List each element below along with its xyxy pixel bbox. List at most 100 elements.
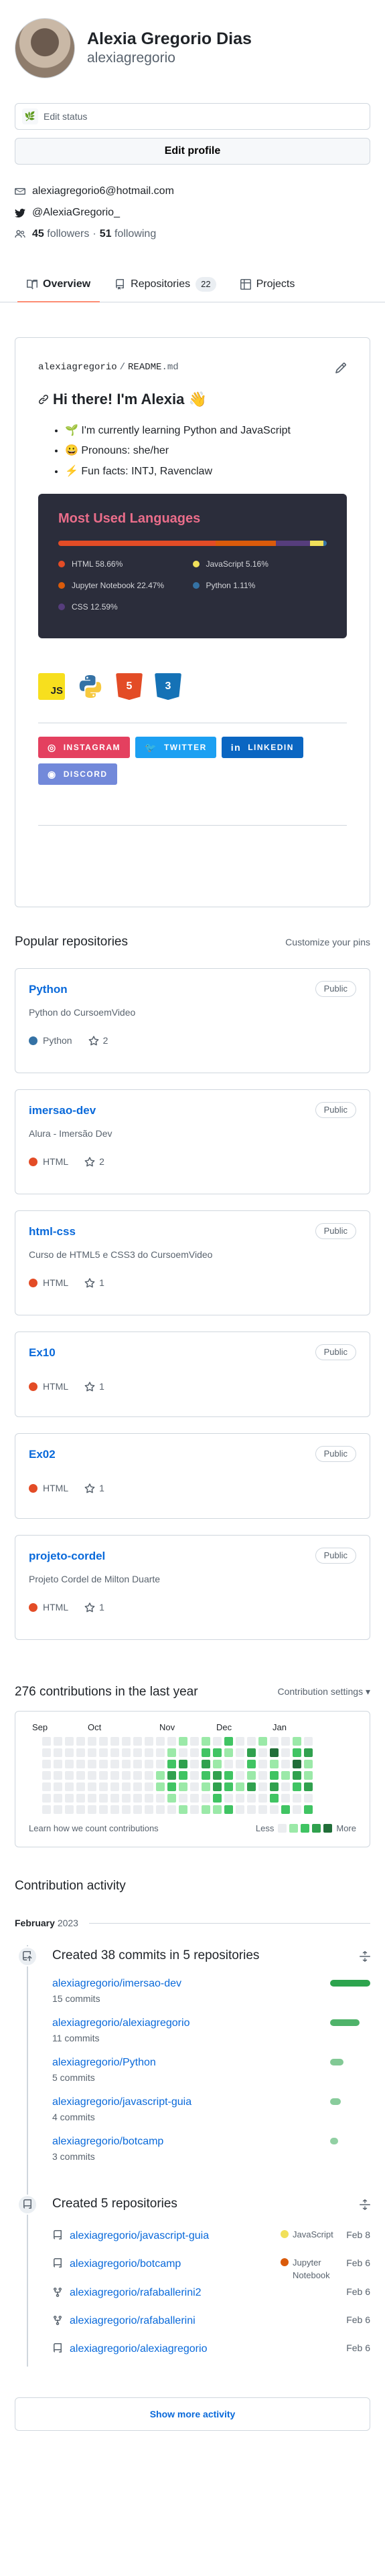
contribution-day[interactable] [54, 1805, 62, 1814]
contribution-day[interactable] [179, 1794, 187, 1803]
contribution-day[interactable] [99, 1794, 108, 1803]
stars-link[interactable]: 1 [84, 1380, 104, 1394]
contribution-day[interactable] [270, 1794, 279, 1803]
contribution-day[interactable] [76, 1782, 85, 1791]
contribution-day[interactable] [293, 1748, 301, 1757]
contribution-day[interactable] [236, 1771, 244, 1780]
commit-count-link[interactable]: 15 commits [52, 1992, 181, 2006]
contribution-day[interactable] [258, 1794, 267, 1803]
contribution-day[interactable] [304, 1771, 313, 1780]
contribution-day[interactable] [258, 1782, 267, 1791]
contribution-day[interactable] [224, 1782, 233, 1791]
contribution-day[interactable] [99, 1760, 108, 1768]
contribution-settings-dropdown[interactable]: Contribution settings ▾ [277, 1685, 370, 1699]
contribution-day[interactable] [76, 1737, 85, 1746]
contribution-day[interactable] [190, 1760, 199, 1768]
contribution-day[interactable] [258, 1805, 267, 1814]
contribution-day[interactable] [133, 1760, 142, 1768]
stars-link[interactable]: 1 [84, 1276, 104, 1290]
contribution-day[interactable] [133, 1794, 142, 1803]
contribution-day[interactable] [224, 1794, 233, 1803]
contribution-day[interactable] [145, 1782, 153, 1791]
repo-name-link[interactable]: html-css [29, 1223, 76, 1240]
contribution-day[interactable] [247, 1760, 256, 1768]
contribution-day[interactable] [156, 1771, 165, 1780]
discord-badge[interactable]: ◉ DISCORD [38, 763, 117, 786]
contribution-day[interactable] [247, 1782, 256, 1791]
contribution-day[interactable] [88, 1771, 96, 1780]
contribution-day[interactable] [167, 1737, 176, 1746]
linkedin-badge[interactable]: in LINKEDIN [221, 737, 303, 759]
contribution-day[interactable] [247, 1771, 256, 1780]
contribution-day[interactable] [213, 1782, 222, 1791]
contribution-day[interactable] [145, 1760, 153, 1768]
contribution-day[interactable] [190, 1737, 199, 1746]
stars-link[interactable]: 2 [84, 1155, 104, 1169]
contribution-day[interactable] [236, 1782, 244, 1791]
contribution-day[interactable] [99, 1805, 108, 1814]
contribution-day[interactable] [145, 1771, 153, 1780]
contribution-day[interactable] [122, 1782, 131, 1791]
contribution-day[interactable] [88, 1760, 96, 1768]
pencil-icon[interactable] [335, 362, 347, 374]
contribution-day[interactable] [133, 1771, 142, 1780]
contribution-day[interactable] [190, 1748, 199, 1757]
created-repo-link[interactable]: alexiagregorio/rafaballerini2 [70, 2285, 202, 2301]
contribution-day[interactable] [213, 1794, 222, 1803]
contribution-day[interactable] [281, 1771, 290, 1780]
contribution-day[interactable] [145, 1805, 153, 1814]
contribution-day[interactable] [167, 1748, 176, 1757]
contribution-day[interactable] [88, 1794, 96, 1803]
contribution-day[interactable] [304, 1748, 313, 1757]
contribution-day[interactable] [156, 1805, 165, 1814]
contribution-day[interactable] [179, 1805, 187, 1814]
contribution-day[interactable] [167, 1805, 176, 1814]
contribution-day[interactable] [213, 1805, 222, 1814]
contribution-day[interactable] [258, 1771, 267, 1780]
contribution-day[interactable] [202, 1760, 210, 1768]
contribution-day[interactable] [65, 1794, 74, 1803]
contribution-day[interactable] [156, 1782, 165, 1791]
contribution-day[interactable] [65, 1760, 74, 1768]
contribution-day[interactable] [304, 1760, 313, 1768]
contribution-day[interactable] [54, 1748, 62, 1757]
stars-link[interactable]: 2 [88, 1034, 108, 1048]
contribution-day[interactable] [156, 1794, 165, 1803]
readme-user[interactable]: alexiagregorio [38, 362, 117, 373]
repo-name-link[interactable]: Python [29, 981, 68, 998]
contribution-day[interactable] [65, 1805, 74, 1814]
contribution-day[interactable] [76, 1805, 85, 1814]
contribution-day[interactable] [122, 1760, 131, 1768]
contribution-day[interactable] [202, 1794, 210, 1803]
learn-contributions-link[interactable]: Learn how we count contributions [29, 1822, 159, 1835]
contribution-day[interactable] [202, 1771, 210, 1780]
contribution-day[interactable] [42, 1794, 51, 1803]
contribution-day[interactable] [224, 1805, 233, 1814]
contribution-day[interactable] [293, 1794, 301, 1803]
contribution-day[interactable] [42, 1748, 51, 1757]
contribution-day[interactable] [190, 1794, 199, 1803]
contribution-day[interactable] [236, 1737, 244, 1746]
contribution-day[interactable] [202, 1748, 210, 1757]
edit-profile-button[interactable]: Edit profile [15, 138, 370, 165]
contribution-day[interactable] [304, 1737, 313, 1746]
contribution-day[interactable] [179, 1782, 187, 1791]
contribution-day[interactable] [213, 1737, 222, 1746]
contribution-day[interactable] [270, 1782, 279, 1791]
fold-icon[interactable] [360, 1950, 370, 1962]
contribution-day[interactable] [202, 1805, 210, 1814]
contribution-day[interactable] [122, 1805, 131, 1814]
commit-repo-link[interactable]: alexiagregorio/botcamp [52, 2136, 163, 2147]
contribution-day[interactable] [133, 1782, 142, 1791]
contribution-day[interactable] [156, 1760, 165, 1768]
contribution-day[interactable] [236, 1748, 244, 1757]
show-more-activity-button[interactable]: Show more activity [15, 2397, 370, 2431]
email-link[interactable]: alexiagregorio6@hotmail.com [32, 183, 174, 199]
created-repo-link[interactable]: alexiagregorio/rafaballerini [70, 2313, 196, 2329]
tab-overview[interactable]: Overview [17, 276, 100, 302]
contribution-day[interactable] [54, 1771, 62, 1780]
commit-count-link[interactable]: 11 commits [52, 2031, 189, 2045]
link-icon[interactable] [38, 394, 49, 405]
contribution-day[interactable] [122, 1748, 131, 1757]
contribution-day[interactable] [293, 1782, 301, 1791]
